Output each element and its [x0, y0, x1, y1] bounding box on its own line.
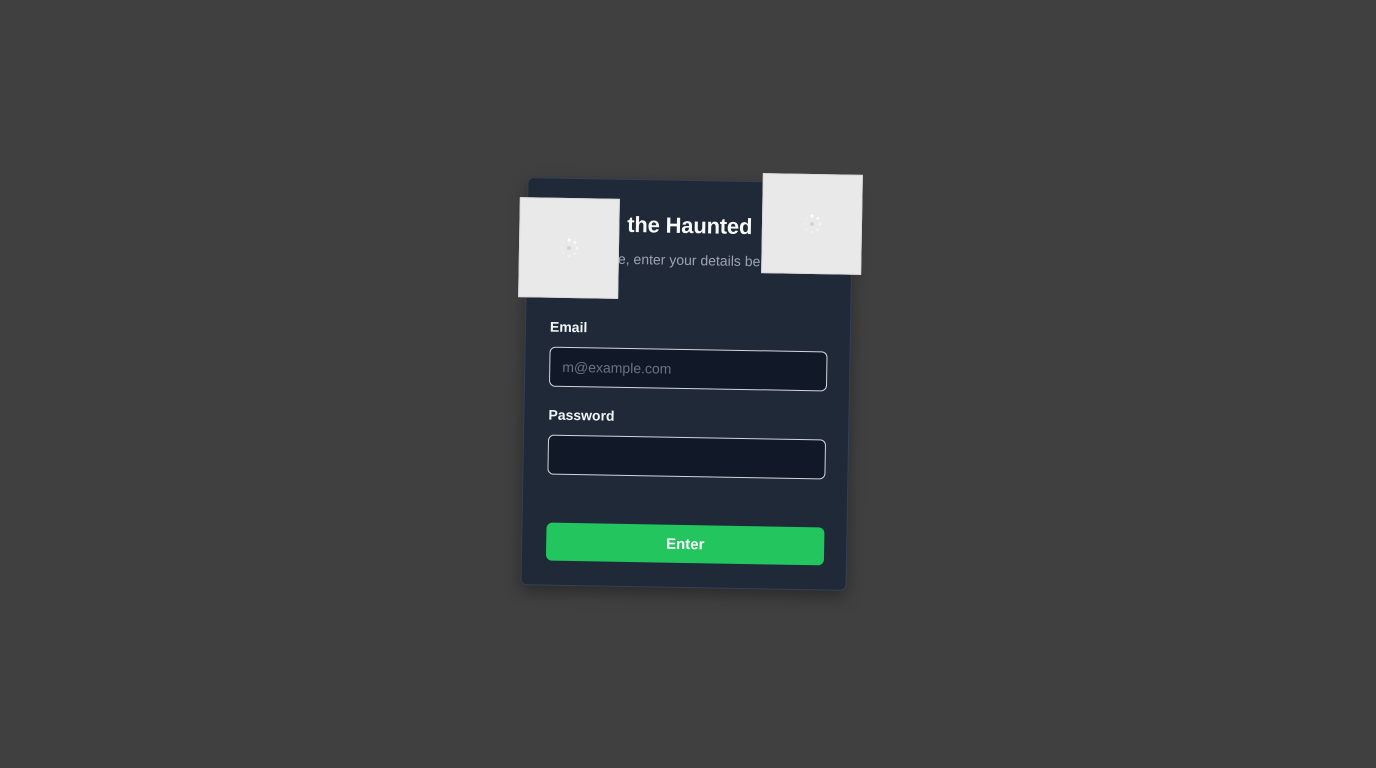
password-field[interactable]: [547, 434, 827, 480]
enter-button[interactable]: Enter: [545, 522, 825, 566]
overlay-tile-right: [761, 173, 863, 275]
spinner-icon: [557, 236, 581, 260]
password-label: Password: [548, 406, 615, 424]
email-label: Email: [549, 318, 588, 336]
page-background: the Haunted e, enter your details be Ema…: [0, 0, 1376, 768]
overlay-tile-left: [518, 197, 620, 299]
email-field[interactable]: [548, 346, 828, 392]
spinner-icon: [800, 212, 824, 236]
